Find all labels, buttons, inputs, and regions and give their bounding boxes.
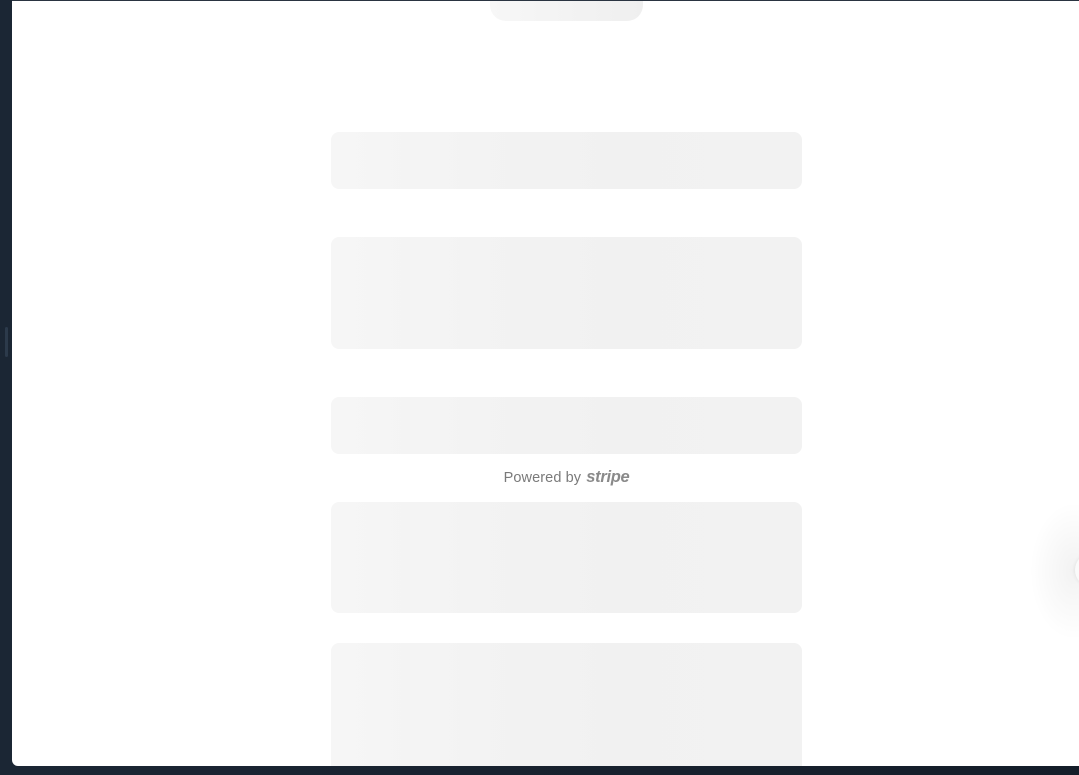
skeleton-field-5 <box>331 643 802 766</box>
skeleton-field-1 <box>331 132 802 189</box>
skeleton-field-3 <box>331 397 802 454</box>
skeleton-header-pill <box>490 1 643 21</box>
stripe-logo: stripe <box>586 468 630 486</box>
checkout-sheet: Powered by stripe <box>12 0 1079 766</box>
resize-handle[interactable] <box>5 327 8 357</box>
powered-by-stripe[interactable]: Powered by stripe <box>331 468 802 487</box>
skeleton-field-2 <box>331 237 802 349</box>
edge-shadow <box>1029 501 1079 641</box>
powered-by-label: Powered by <box>503 470 582 486</box>
skeleton-field-4 <box>331 502 802 613</box>
